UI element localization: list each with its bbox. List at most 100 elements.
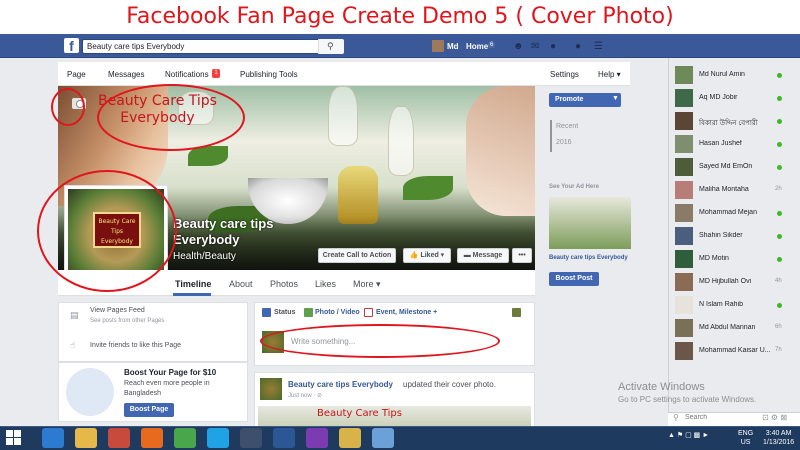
user-avatar[interactable] [432,40,444,52]
composer-photo-video-tab[interactable]: Photo / Video [315,309,360,316]
chat-contact[interactable]: বিকারা উদ্দিন বেপারী [675,112,795,130]
chat-contact[interactable]: Shahin Sikder [675,227,795,245]
contact-avatar [675,204,693,222]
windows-start-icon[interactable] [6,430,22,446]
taskbar-ie-icon[interactable] [42,428,64,448]
tab-more[interactable]: More ▾ [353,279,381,290]
chat-search-icon: ⚲ [673,413,679,422]
taskbar-media-icon[interactable] [306,428,328,448]
chat-options-icon[interactable]: ⊡ ⚙ ⊠ [762,413,787,422]
tab-about[interactable]: About [229,279,253,289]
composer-event-tab[interactable]: Event, Milestone + [376,309,437,316]
tab-settings[interactable]: Settings [550,70,579,79]
contact-name: Mohammad Mejan [699,209,757,216]
region-code: US [740,439,751,446]
contact-avatar [675,342,693,360]
taskbar-clock[interactable]: 3:40 AM 1/13/2016 [763,429,794,447]
nav-home-link[interactable]: Home [466,42,488,51]
page-title[interactable]: Beauty care tips Everybody [173,216,293,248]
tab-notifications[interactable]: Notifications [165,70,209,79]
ad-page-name[interactable]: Beauty care tips Everybody [549,255,628,261]
tab-photos[interactable]: Photos [270,279,298,289]
contact-avatar [675,66,693,84]
taskbar-folder-icon[interactable] [372,428,394,448]
tab-likes[interactable]: Likes [315,279,336,289]
chat-contact[interactable]: Sayed Md EmOn [675,158,795,176]
messages-icon[interactable]: ✉ [531,41,539,52]
post-timestamp[interactable]: Just now · ⊘ [288,392,322,399]
liked-button[interactable]: 👍 Liked ▾ [403,248,451,263]
contact-name: Sayed Md EmOn [699,163,753,170]
create-call-to-action-button[interactable]: Create Call to Action [318,248,396,263]
chat-contact[interactable]: Md Abdul Mannan 6h [675,319,795,337]
ad-preview-image[interactable] [549,197,631,249]
taskbar-3g-icon[interactable] [240,428,262,448]
cover-leaf [403,176,453,200]
chat-contact[interactable]: Md Nurul Amin [675,66,795,84]
friend-requests-icon[interactable]: ☻ [513,41,524,52]
chat-contact[interactable]: MD Motin [675,250,795,268]
taskbar-security-icon[interactable] [108,428,130,448]
post-author-link[interactable]: Beauty care tips Everybody [288,380,393,389]
facebook-logo-icon[interactable]: f [64,38,79,53]
promote-button[interactable]: Promote [549,93,621,107]
last-active-time: 2h [775,186,782,192]
pages-feed-icon: ▤ [70,310,79,320]
chat-contact[interactable]: Mohammad Mejan [675,204,795,222]
cover-bottle [328,86,358,146]
privacy-lock-icon[interactable]: ● [575,41,581,52]
view-pages-feed-link[interactable]: View Pages Feed [90,307,145,314]
chat-search-input[interactable] [685,414,755,421]
notifications-globe-icon[interactable]: ● [550,41,556,52]
taskbar-paint-icon[interactable] [339,428,361,448]
message-button[interactable]: ▬ Message [457,248,509,263]
chat-contact[interactable]: Mohammad Kaisar U... 7h [675,342,795,360]
tab-messages[interactable]: Messages [108,70,144,79]
chat-contact[interactable]: Aq MD Jobir [675,89,795,107]
tab-timeline[interactable]: Timeline [175,279,211,289]
notifications-count-badge: 1 [212,69,220,78]
year-link[interactable]: 2016 [556,139,572,146]
contact-avatar [675,250,693,268]
boost-post-button[interactable]: Boost Post [549,272,599,286]
boost-page-button[interactable]: Boost Page [124,403,174,417]
taskbar-explorer-icon[interactable] [75,428,97,448]
account-menu-icon[interactable]: ☰ [594,41,603,52]
chat-contact[interactable]: MD Hijbullah Ovi 4h [675,273,795,291]
post-author-avatar[interactable] [260,378,282,400]
chat-contact[interactable]: Hasan Jushef [675,135,795,153]
composer-page-avatar-icon[interactable] [512,308,521,317]
chat-contact[interactable]: Maliha Montaha 2h [675,181,795,199]
boost-page-title: Boost Your Page for $10 [124,368,217,377]
invite-friends-link[interactable]: Invite friends to like this Page [90,342,181,349]
online-status-dot [777,165,782,170]
tab-page[interactable]: Page [67,70,86,79]
contact-name: বিকারা উদ্দিন বেপারী [699,120,758,127]
taskbar-chrome-icon[interactable] [174,428,196,448]
tab-publishing-tools[interactable]: Publishing Tools [240,70,298,79]
taskbar-skype-icon[interactable] [207,428,229,448]
more-options-button[interactable]: ••• [512,248,532,263]
online-status-dot [777,96,782,101]
taskbar-firefox-icon[interactable] [141,428,163,448]
chat-contact[interactable]: N Islam Rahib [675,296,795,314]
clock-date: 1/13/2016 [763,439,795,446]
contact-name: Md Abdul Mannan [699,324,756,331]
tab-help[interactable]: Help ▾ [598,70,621,79]
nav-user-name[interactable]: Md [447,42,459,51]
promote-caret-icon[interactable]: ▼ [612,95,619,102]
contact-avatar [675,112,693,130]
contact-name: N Islam Rahib [699,301,743,308]
recent-link[interactable]: Recent [556,123,578,130]
search-input[interactable] [82,39,344,54]
status-pencil-icon [262,308,271,317]
start-pane [6,438,13,445]
clock-time: 3:40 AM [765,430,792,437]
taskbar-word-icon[interactable] [273,428,295,448]
view-pages-feed-subtitle: See posts from other Pages [90,318,165,324]
search-button[interactable]: ⚲ [318,39,344,54]
system-tray-icons[interactable]: ▲ ⚑ ▢ ▩ ► [668,431,709,439]
input-language[interactable]: ENG US [738,429,753,447]
online-status-dot [777,142,782,147]
composer-status-tab[interactable]: Status [274,309,295,316]
